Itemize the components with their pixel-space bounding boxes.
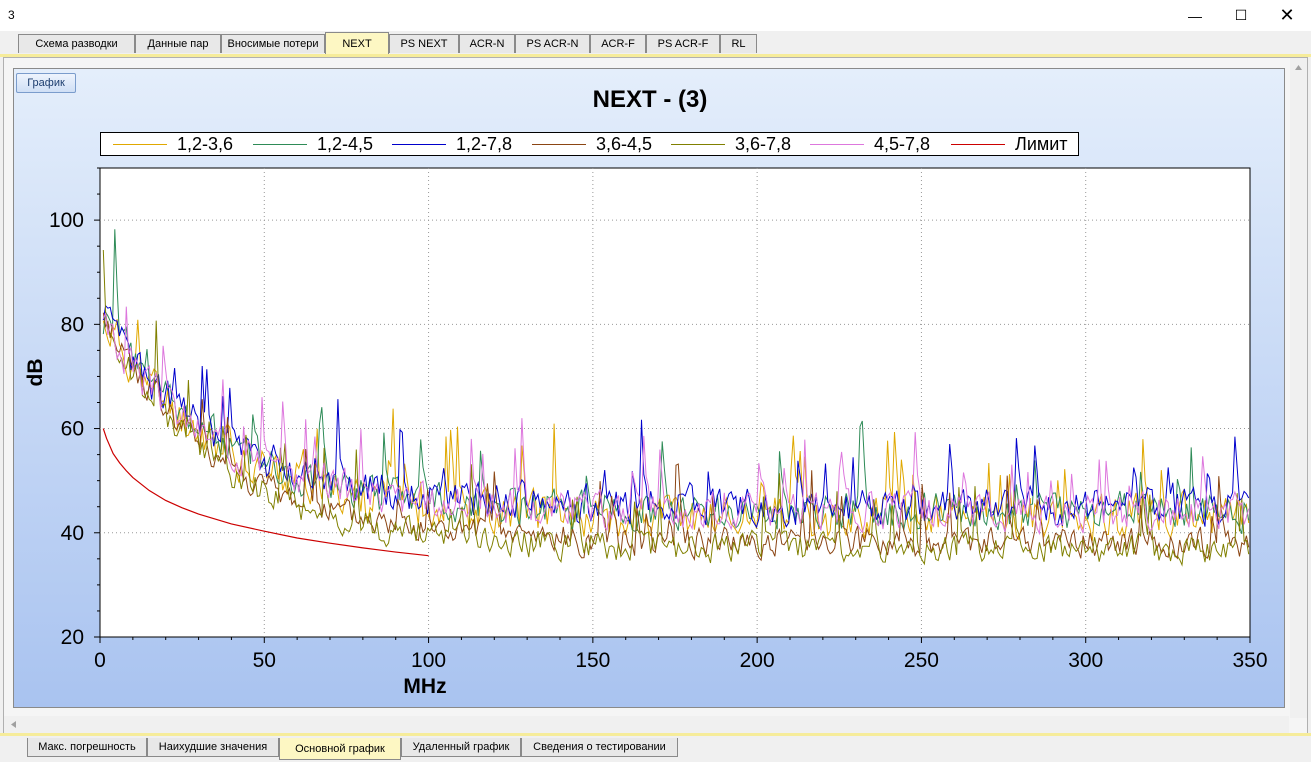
bottom-tab-4[interactable]: Сведения о тестировании [521, 738, 678, 757]
x-tick-label: 150 [575, 649, 610, 672]
bottom-tab-1[interactable]: Наихудшие значения [147, 738, 279, 757]
chart-plot: 0 50 100 150 200 250 300 350 20 40 60 80 100 MHz dB [24, 167, 1268, 698]
x-tick-label: 0 [94, 649, 106, 672]
y-tick-label: 80 [61, 313, 84, 336]
bottom-tab-3[interactable]: Удаленный график [401, 738, 521, 757]
y-tick-label: 20 [61, 626, 84, 649]
y-tick-label: 40 [61, 522, 84, 545]
bottom-tab-2[interactable]: Основной график [279, 738, 401, 760]
x-tick-label: 300 [1068, 649, 1103, 672]
y-axis-label: dB [24, 359, 47, 387]
x-axis-label: MHz [403, 675, 446, 698]
scroll-arrows-h [11, 721, 16, 728]
y-tick-label: 60 [61, 418, 84, 441]
x-tick-label: 350 [1232, 649, 1267, 672]
plot-area [99, 167, 1251, 638]
scroll-left-icon [11, 721, 16, 728]
x-tick-label: 50 [253, 649, 276, 672]
y-tick-label: 100 [49, 209, 84, 232]
horizontal-scrollbar[interactable] [4, 716, 1289, 733]
bottom-tab-strip: Макс. погрешность Наихудшие значения Основ… [0, 736, 1311, 762]
x-tick-label: 200 [740, 649, 775, 672]
bottom-tab-0[interactable]: Макс. погрешность [27, 738, 147, 757]
x-tick-label: 100 [411, 649, 446, 672]
x-tick-label: 250 [904, 649, 939, 672]
